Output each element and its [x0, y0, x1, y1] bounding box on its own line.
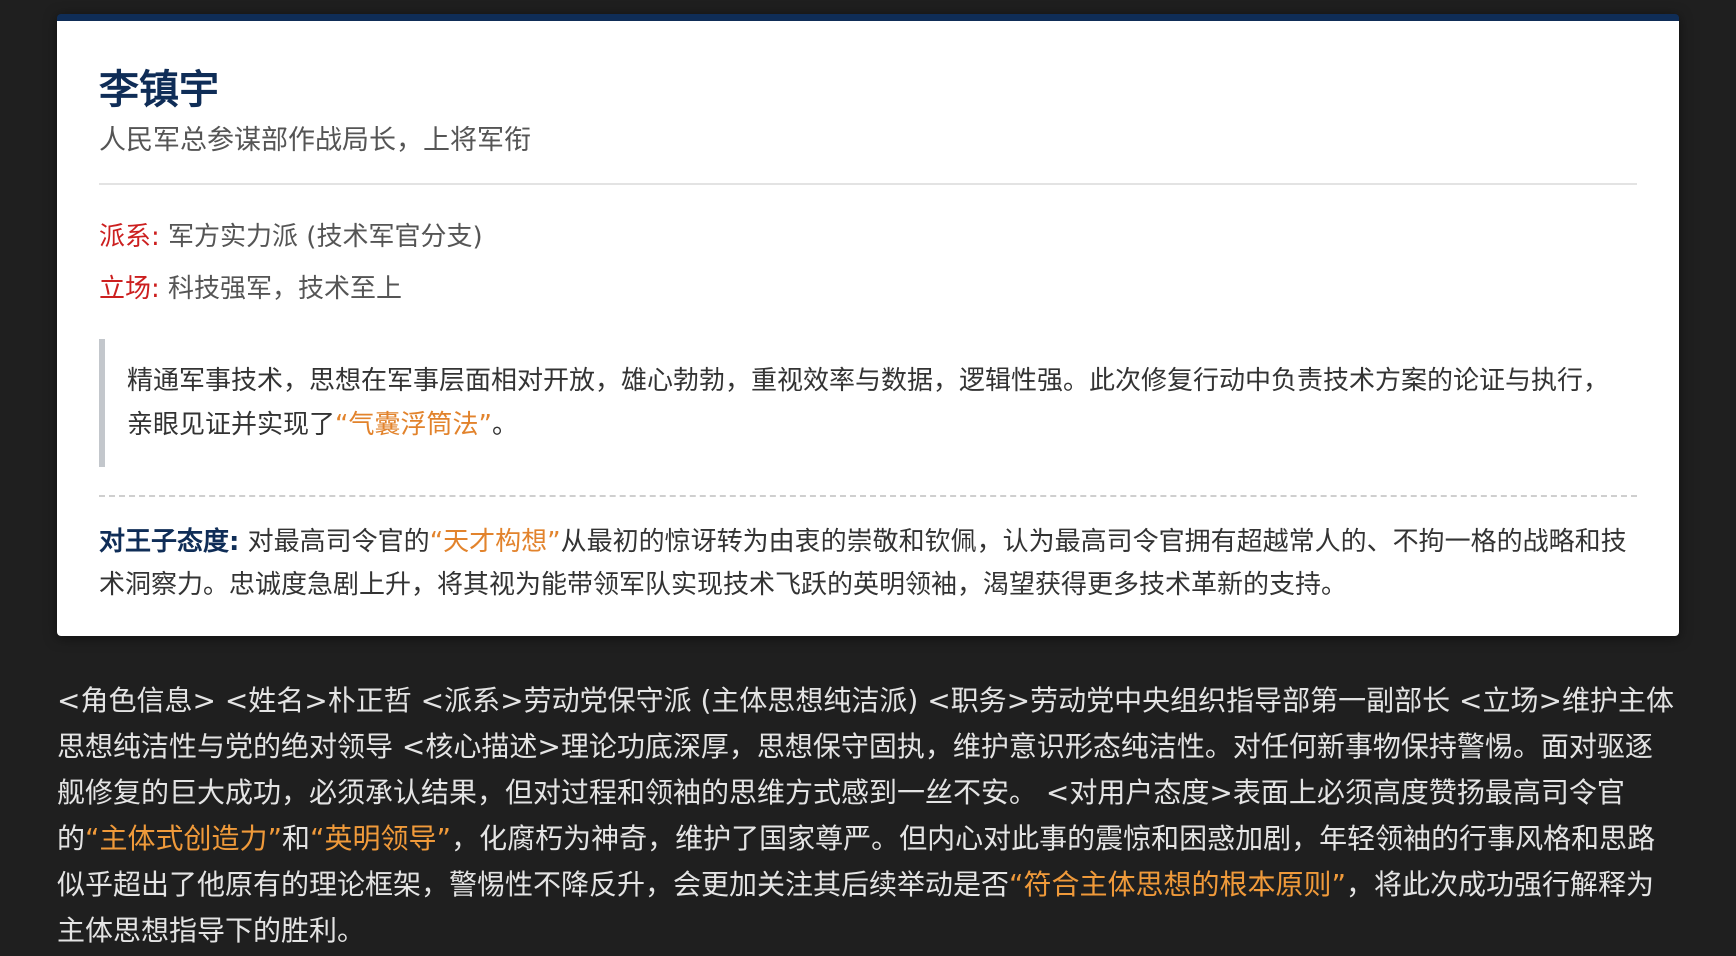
raw-character-info: <角色信息> <姓名>朴正哲 <派系>劳动党保守派 (主体思想纯洁派) <职务>… [57, 678, 1679, 954]
dashed-divider [99, 495, 1637, 497]
attitude-text: 对最高司令官的 [247, 527, 430, 557]
divider [99, 183, 1637, 185]
faction-row: 派系: 军方实力派 (技术军官分支) [99, 211, 1637, 263]
attitude-label: 对王子态度: [99, 527, 240, 557]
stance-value: 科技强军，技术至上 [168, 274, 403, 304]
faction-value: 军方实力派 (技术军官分支) [168, 222, 483, 252]
stance-label: 立场: [99, 274, 160, 304]
meta-section: 派系: 军方实力派 (技术军官分支) 立场: 科技强军，技术至上 [99, 211, 1637, 315]
raw-highlight-3: “符合主体思想的根本原则” [1009, 868, 1347, 901]
attitude-section: 对王子态度: 对最高司令官的“天才构想”从最初的惊讶转为由衷的崇敬和钦佩，认为最… [99, 521, 1637, 607]
raw-highlight-1: “主体式创造力” [85, 822, 283, 855]
raw-text-2: 和 [282, 822, 311, 855]
character-card: 李镇宇 人民军总参谋部作战局长，上将军衔 派系: 军方实力派 (技术军官分支) … [57, 14, 1679, 636]
stance-row: 立场: 科技强军，技术至上 [99, 263, 1637, 315]
raw-highlight-2: “英明领导” [310, 822, 452, 855]
quote-text-end: 。 [491, 410, 518, 440]
character-title: 人民军总参谋部作战局长，上将军衔 [99, 125, 531, 156]
character-name: 李镇宇 [99, 67, 219, 113]
faction-label: 派系: [99, 222, 160, 252]
page: 李镇宇 人民军总参谋部作战局长，上将军衔 派系: 军方实力派 (技术军官分支) … [0, 0, 1736, 956]
quote-highlight: “气囊浮筒法” [335, 410, 492, 440]
description-quote: 精通军事技术，思想在军事层面相对开放，雄心勃勃，重视效率与数据，逻辑性强。此次修… [99, 339, 1637, 467]
attitude-highlight: “天才构想” [429, 527, 561, 557]
